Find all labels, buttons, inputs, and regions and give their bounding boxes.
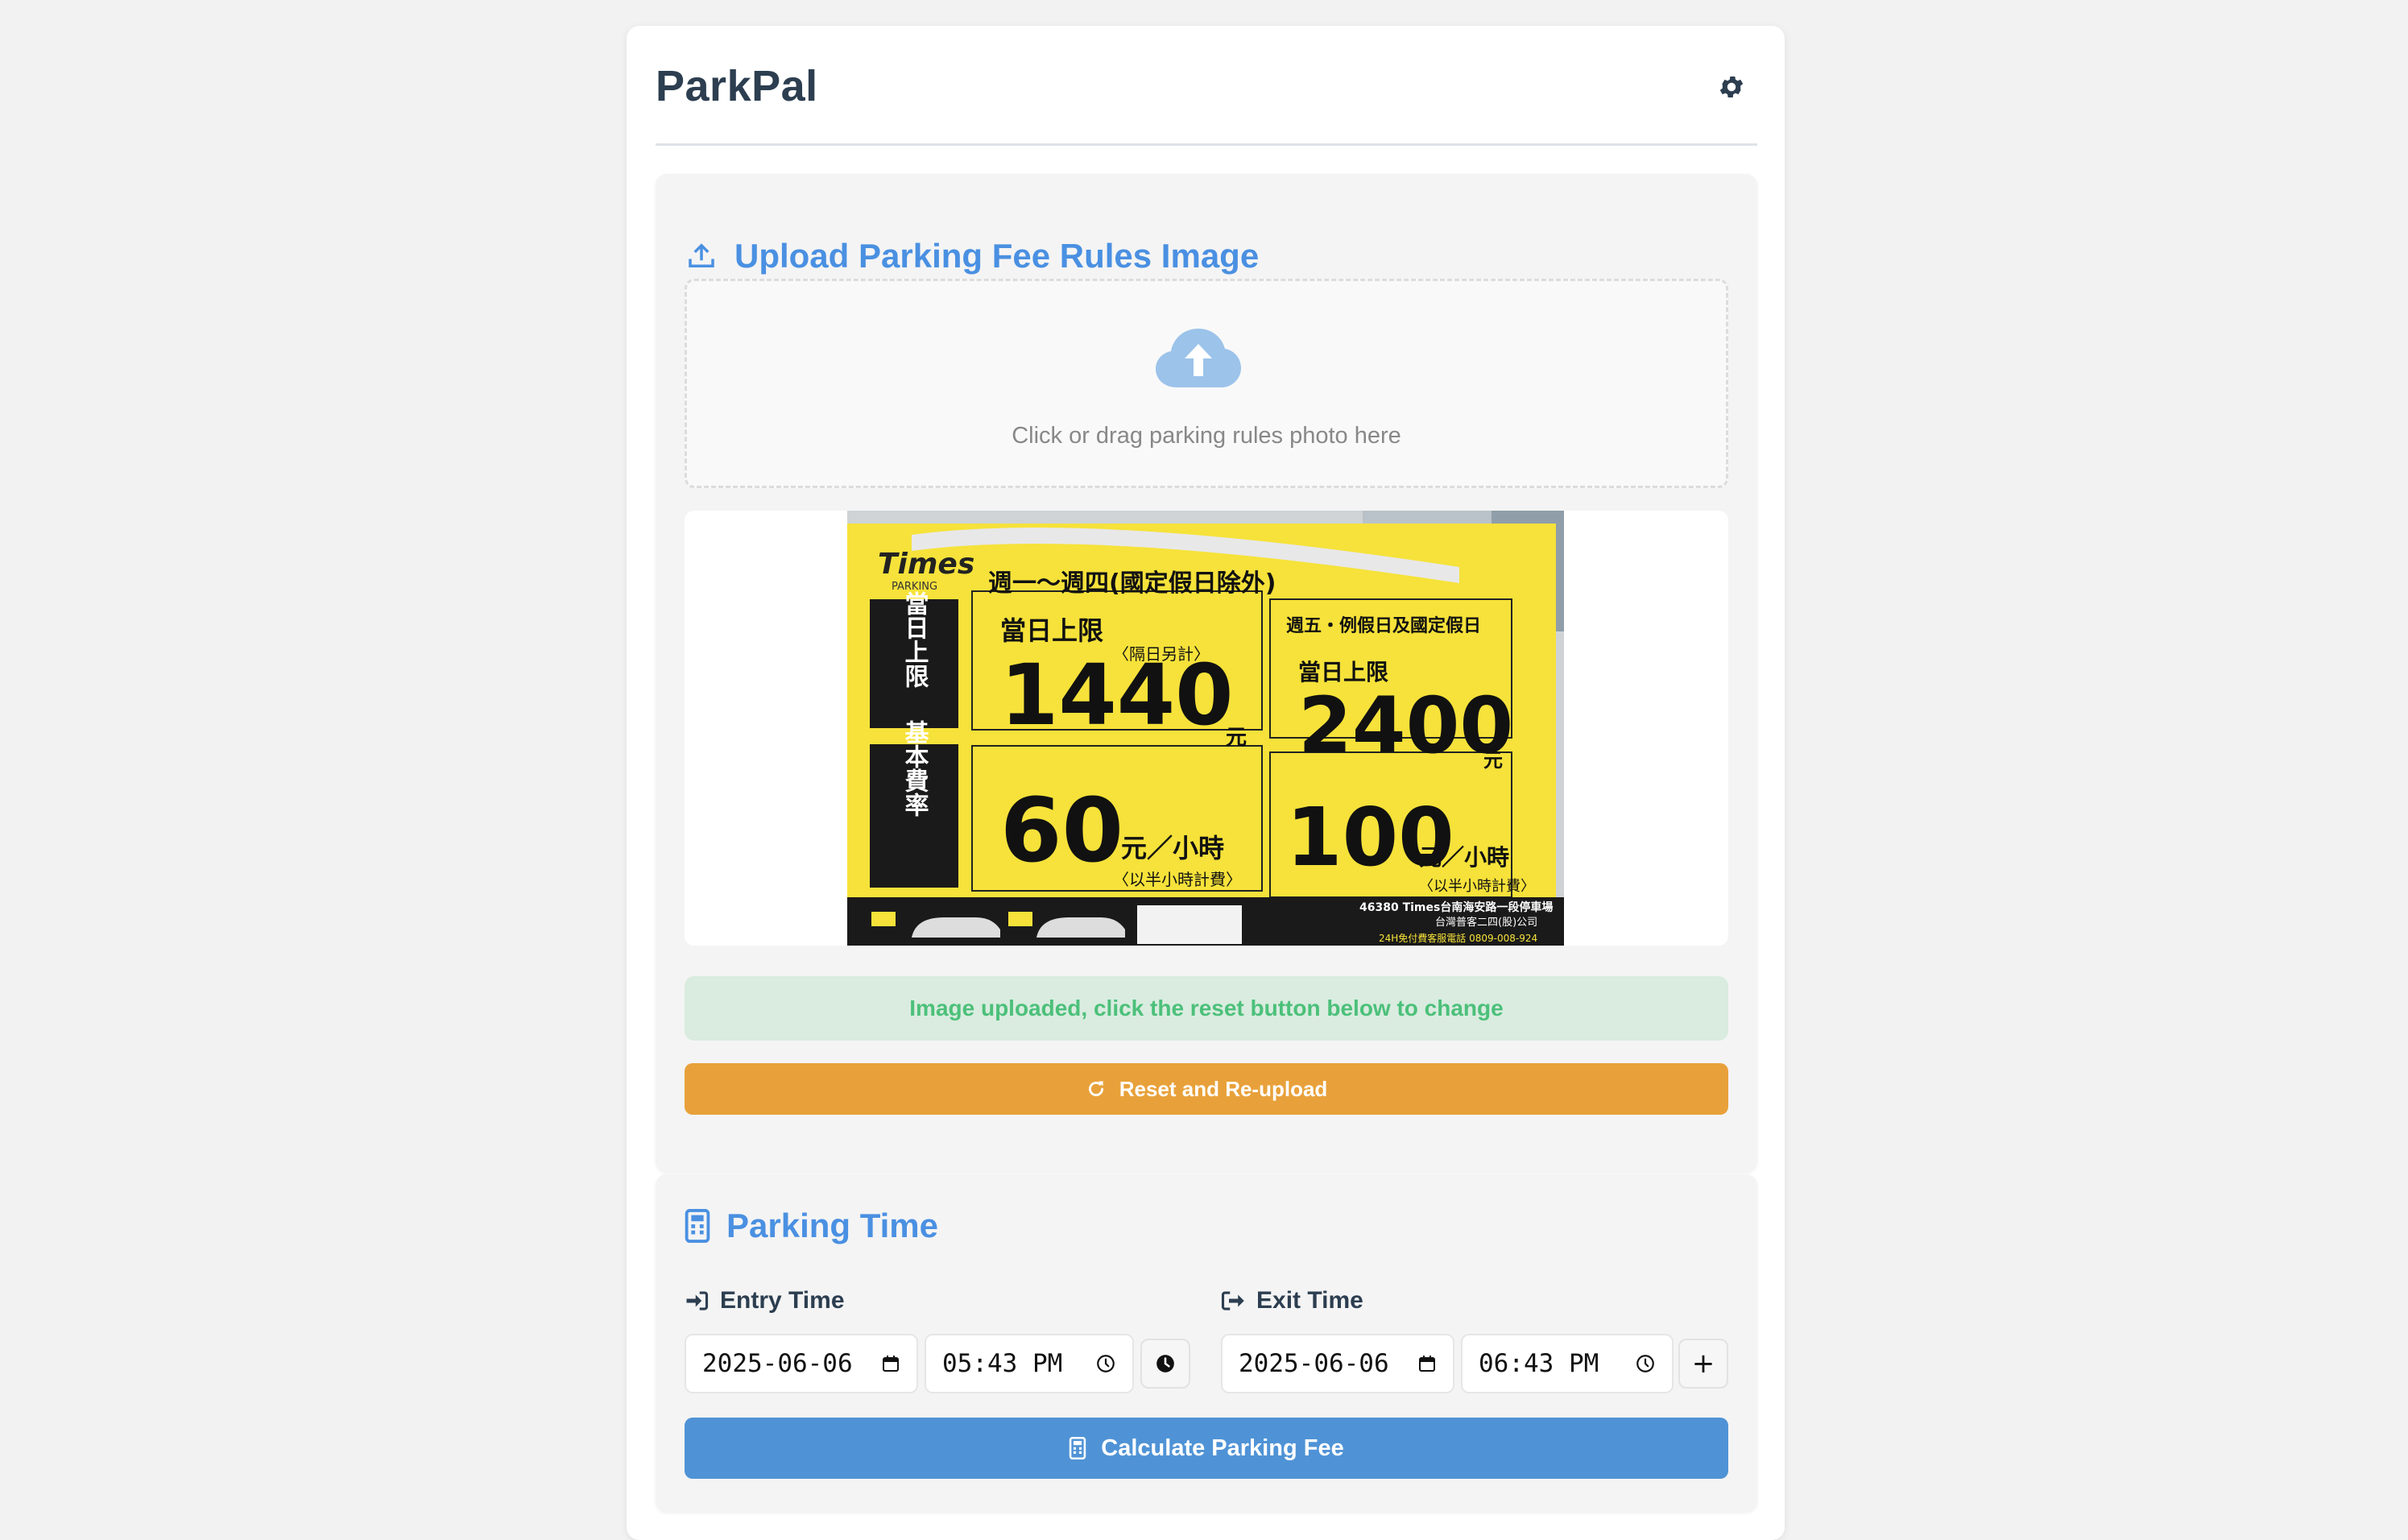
cloud-upload-icon — [1156, 329, 1241, 387]
exit-time-value: 06:43 PM — [1479, 1349, 1599, 1378]
svg-text:Times: Times — [878, 548, 974, 581]
calculate-fee-button[interactable]: Calculate Parking Fee — [685, 1418, 1728, 1479]
entry-now-button[interactable] — [1140, 1339, 1190, 1389]
svg-text:週五・例假日及國定假日: 週五・例假日及國定假日 — [1286, 615, 1481, 636]
parking-time-title-text: Parking Time — [726, 1207, 938, 1244]
reset-button-label: Reset and Re-upload — [1119, 1076, 1328, 1101]
upload-dropzone[interactable]: Click or drag parking rules photo here — [685, 279, 1728, 488]
entry-date-value: 2025-06-06 — [702, 1349, 853, 1378]
svg-text:60: 60 — [1000, 779, 1123, 882]
exit-time-label: Exit Time — [1221, 1287, 1363, 1314]
entry-date-input[interactable]: 2025-06-06 — [685, 1334, 918, 1393]
svg-text:1440: 1440 — [1000, 646, 1233, 744]
dropzone-hint: Click or drag parking rules photo here — [1012, 423, 1401, 449]
exit-time-input[interactable]: 06:43 PM — [1461, 1334, 1674, 1393]
svg-text:〈以半小時計費〉: 〈以半小時計費〉 — [1419, 878, 1535, 895]
calculate-button-label: Calculate Parking Fee — [1101, 1434, 1344, 1461]
app-header: ParkPal — [656, 26, 1757, 146]
entry-time-label: Entry Time — [685, 1287, 845, 1314]
reset-reupload-button[interactable]: Reset and Re-upload — [685, 1063, 1728, 1115]
settings-button[interactable] — [1714, 69, 1749, 105]
svg-text:元: 元 — [1483, 749, 1503, 772]
exit-time-label-text: Exit Time — [1256, 1287, 1363, 1314]
calculator-icon — [685, 1209, 710, 1243]
add-hour-button[interactable]: + — [1678, 1339, 1728, 1389]
parking-time-title: Parking Time — [685, 1207, 938, 1245]
gear-icon — [1719, 76, 1744, 98]
exit-date-input[interactable]: 2025-06-06 — [1221, 1334, 1454, 1393]
parking-time-section: Parking Time Entry Time Exit Time 2025-0… — [656, 1174, 1757, 1513]
app-title: ParkPal — [656, 62, 818, 110]
app-card: ParkPal Upload Parking Fee Rules Image C… — [627, 26, 1785, 1540]
upload-section-title: Upload Parking Fee Rules Image — [685, 237, 1259, 275]
svg-text:元／小時: 元／小時 — [1419, 844, 1509, 871]
sign-in-icon — [686, 1291, 709, 1310]
refresh-icon — [1088, 1081, 1103, 1096]
upload-section: Upload Parking Fee Rules Image Click or … — [656, 174, 1757, 1173]
sign-out-icon — [1221, 1291, 1244, 1310]
svg-text:當日上限: 當日上限 — [900, 591, 929, 689]
svg-text:46380 Times台南海安路一段停車場: 46380 Times台南海安路一段停車場 — [1359, 900, 1553, 914]
svg-text:元／小時: 元／小時 — [1121, 833, 1224, 863]
clock-icon — [1156, 1355, 1174, 1372]
svg-text:24H免付費客服電話 0809-008-924: 24H免付費客服電話 0809-008-924 — [1379, 932, 1537, 944]
svg-text:當日上限: 當日上限 — [1000, 615, 1103, 646]
svg-text:2400: 2400 — [1298, 681, 1513, 771]
entry-time-input[interactable]: 05:43 PM — [925, 1334, 1134, 1393]
calendar-icon[interactable] — [881, 1354, 900, 1373]
svg-text:元: 元 — [1226, 726, 1247, 750]
svg-text:週一～週四(國定假日除外): 週一～週四(國定假日除外) — [988, 569, 1276, 598]
svg-text:〈以半小時計費〉: 〈以半小時計費〉 — [1113, 870, 1242, 889]
exit-date-value: 2025-06-06 — [1239, 1349, 1389, 1378]
upload-status: Image uploaded, click the reset button b… — [685, 976, 1728, 1041]
clock-icon[interactable] — [1095, 1353, 1116, 1374]
entry-time-value: 05:43 PM — [942, 1349, 1063, 1378]
entry-time-label-text: Entry Time — [720, 1287, 845, 1314]
calculator-icon — [1070, 1437, 1086, 1459]
svg-text:台灣普客二四(股)公司: 台灣普客二四(股)公司 — [1435, 916, 1537, 929]
image-preview: Times PARKING 當日上限 基本費率 週一～週四(國定假日除外) 週五… — [685, 511, 1728, 946]
calendar-icon[interactable] — [1417, 1354, 1437, 1373]
upload-icon — [689, 243, 714, 267]
parking-sign-photo: Times PARKING 當日上限 基本費率 週一～週四(國定假日除外) 週五… — [847, 511, 1564, 946]
clock-icon[interactable] — [1635, 1353, 1656, 1374]
upload-title-text: Upload Parking Fee Rules Image — [734, 237, 1260, 275]
svg-text:基本費率: 基本費率 — [900, 720, 929, 817]
